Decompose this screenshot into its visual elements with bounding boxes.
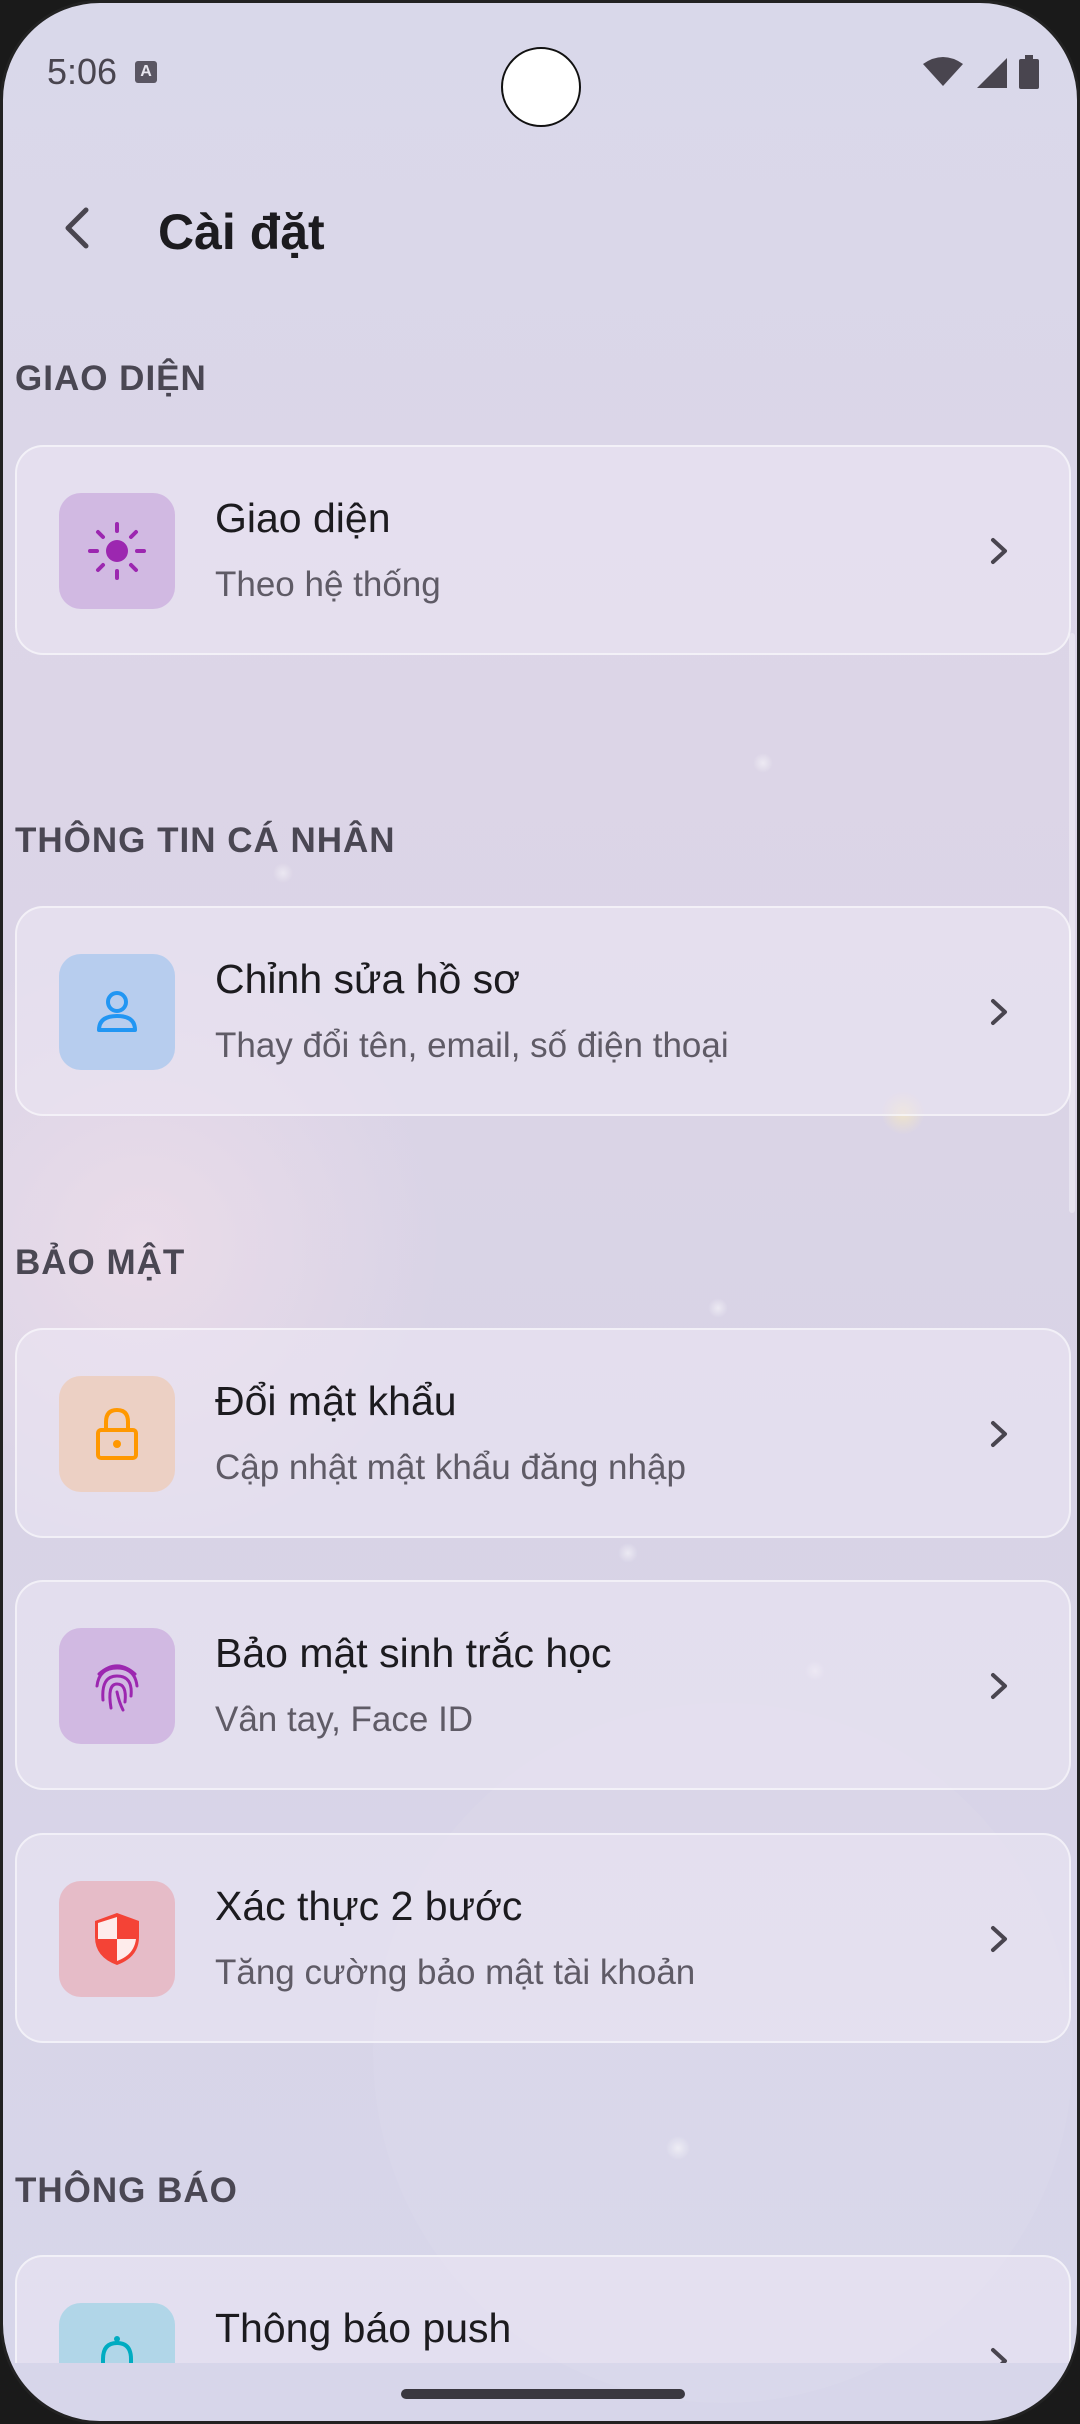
icon-container (59, 1881, 175, 1997)
setting-item-biometric[interactable]: Bảo mật sinh trắc học Vân tay, Face ID (15, 1580, 1071, 1790)
item-title: Bảo mật sinh trắc học (215, 1630, 612, 1676)
setting-item-push-notifications[interactable]: Thông báo push (15, 2255, 1071, 2363)
item-subtitle: Theo hệ thống (215, 565, 441, 604)
scrollbar[interactable] (1069, 633, 1075, 1213)
item-title: Chỉnh sửa hồ sơ (215, 956, 521, 1002)
item-subtitle: Thay đổi tên, email, số điện thoại (215, 1026, 729, 1065)
gesture-nav-handle[interactable] (401, 2389, 685, 2399)
setting-item-appearance[interactable]: Giao diện Theo hệ thống (15, 445, 1071, 655)
item-title: Giao diện (215, 495, 391, 541)
icon-container (59, 493, 175, 609)
section-header-notifications: THÔNG BÁO (15, 2171, 238, 2210)
settings-list[interactable]: Cài đặt GIAO DIỆN Giao diện Theo hệ thốn… (3, 3, 1077, 2363)
person-icon (97, 991, 137, 1032)
item-subtitle: Tăng cường bảo mật tài khoản (215, 1953, 696, 1992)
section-header-security: BẢO MẬT (15, 1243, 186, 1282)
chevron-right-icon (977, 2339, 1021, 2363)
sun-icon (88, 522, 146, 580)
icon-container (59, 1628, 175, 1744)
item-title: Thông báo push (215, 2305, 512, 2351)
chevron-right-icon (977, 529, 1021, 573)
section-header-personal-info: THÔNG TIN CÁ NHÂN (15, 821, 396, 860)
setting-item-change-password[interactable]: Đổi mật khẩu Cập nhật mật khẩu đăng nhập (15, 1328, 1071, 1538)
item-subtitle: Vân tay, Face ID (215, 1700, 474, 1739)
item-title: Đổi mật khẩu (215, 1378, 457, 1424)
icon-container (59, 1376, 175, 1492)
icon-container (59, 2303, 175, 2363)
item-subtitle: Cập nhật mật khẩu đăng nhập (215, 1448, 686, 1487)
setting-item-two-factor[interactable]: Xác thực 2 bước Tăng cường bảo mật tài k… (15, 1833, 1071, 2043)
setting-item-edit-profile[interactable]: Chỉnh sửa hồ sơ Thay đổi tên, email, số … (15, 906, 1071, 1116)
arrow-back-icon (65, 207, 89, 249)
lock-icon (96, 1407, 138, 1460)
bell-icon (101, 2336, 133, 2363)
app-bar: Cài đặt (3, 183, 1077, 293)
chevron-right-icon (977, 1412, 1021, 1456)
shield-icon (95, 1913, 139, 1965)
page-title: Cài đặt (158, 204, 325, 260)
back-button[interactable] (43, 193, 113, 263)
item-title: Xác thực 2 bước (215, 1883, 523, 1929)
icon-container (59, 954, 175, 1070)
chevron-right-icon (977, 1917, 1021, 1961)
fingerprint-icon (95, 1664, 139, 1712)
section-header-appearance: GIAO DIỆN (15, 359, 207, 398)
phone-screen: 5:06 A Cài đặt GIAO DIỆN Giao diện Theo … (0, 0, 1080, 2424)
chevron-right-icon (977, 1664, 1021, 1708)
chevron-right-icon (977, 990, 1021, 1034)
